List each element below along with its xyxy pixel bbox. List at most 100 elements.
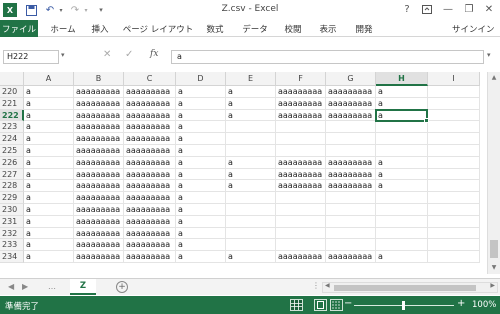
cell[interactable]: aaaaaaaaa — [124, 239, 176, 252]
cell[interactable]: a — [226, 156, 276, 169]
cell[interactable] — [428, 168, 480, 181]
close-button[interactable]: ✕ — [481, 2, 497, 17]
cell[interactable]: a — [24, 251, 74, 263]
cell[interactable]: aaaaaaaaa — [124, 156, 176, 169]
cell[interactable] — [428, 133, 480, 145]
column-header-g[interactable]: G — [326, 72, 376, 86]
cell[interactable] — [226, 133, 276, 145]
row-header[interactable]: 233 — [0, 239, 24, 252]
cell[interactable] — [226, 145, 276, 157]
cell[interactable]: a — [176, 121, 226, 134]
row-header[interactable]: 224 — [0, 133, 24, 145]
ribbon-display-options-icon[interactable] — [419, 2, 435, 17]
cell[interactable]: a — [24, 156, 74, 169]
tab-insert[interactable]: 挿入 — [86, 20, 114, 37]
column-header-d[interactable]: D — [176, 72, 226, 86]
cell[interactable]: aaaaaaaaa — [276, 180, 326, 193]
sheet-next-icon[interactable]: ▶ — [22, 282, 28, 291]
cell[interactable]: a — [176, 227, 226, 240]
cell[interactable]: aaaaaaaaa — [74, 204, 124, 216]
cell[interactable]: a — [24, 133, 74, 145]
column-header-b[interactable]: B — [74, 72, 124, 86]
cell[interactable] — [428, 204, 480, 216]
horizontal-scroll-thumb[interactable] — [334, 285, 476, 291]
normal-view-icon[interactable] — [290, 299, 303, 311]
page-layout-view-icon[interactable] — [314, 299, 327, 311]
cell[interactable] — [226, 121, 276, 134]
cell[interactable]: a — [176, 156, 226, 169]
row-header[interactable]: 229 — [0, 192, 24, 204]
column-header-h[interactable]: H — [376, 72, 428, 86]
cell[interactable]: aaaaaaaaa — [124, 168, 176, 181]
cell[interactable] — [226, 192, 276, 204]
cell[interactable]: a — [176, 133, 226, 145]
cell[interactable]: a — [24, 192, 74, 204]
cell[interactable]: aaaaaaaaa — [124, 97, 176, 110]
cell[interactable]: a — [24, 97, 74, 110]
cell[interactable] — [226, 215, 276, 228]
row-header[interactable]: 230 — [0, 204, 24, 216]
column-header-a[interactable]: A — [24, 72, 74, 86]
cell[interactable] — [376, 227, 428, 240]
cell[interactable] — [428, 192, 480, 204]
scroll-up-icon[interactable]: ▲ — [488, 72, 500, 84]
cell[interactable]: aaaaaaaaa — [124, 227, 176, 240]
cell[interactable]: aaaaaaaaa — [74, 227, 124, 240]
cell[interactable]: a — [24, 180, 74, 193]
cell[interactable]: aaaaaaaaa — [276, 168, 326, 181]
cell[interactable] — [276, 239, 326, 252]
cell[interactable] — [326, 239, 376, 252]
add-sheet-button[interactable]: + — [116, 281, 128, 293]
scroll-right-icon[interactable]: ▶ — [490, 282, 495, 289]
cell[interactable]: aaaaaaaaa — [124, 180, 176, 193]
zoom-slider-thumb[interactable] — [402, 301, 405, 310]
cell[interactable]: aaaaaaaaa — [124, 215, 176, 228]
cell[interactable]: aaaaaaaaa — [74, 133, 124, 145]
column-header-i[interactable]: I — [428, 72, 480, 86]
cell[interactable]: aaaaaaaaa — [326, 86, 376, 98]
cell[interactable]: aaaaaaaaa — [276, 109, 326, 122]
cancel-formula-icon[interactable]: ✕ — [103, 49, 111, 60]
cell[interactable]: aaaaaaaaa — [74, 121, 124, 134]
cell[interactable] — [428, 180, 480, 193]
tab-formulas[interactable]: 数式 — [201, 20, 229, 37]
cell[interactable]: a — [24, 215, 74, 228]
cell[interactable]: aaaaaaaaa — [74, 251, 124, 263]
tab-page-layout[interactable]: ページ レイアウト — [122, 20, 194, 37]
cell[interactable] — [326, 204, 376, 216]
row-header[interactable]: 232 — [0, 227, 24, 240]
cell[interactable] — [326, 227, 376, 240]
cell[interactable]: aaaaaaaaa — [74, 86, 124, 98]
cell[interactable] — [276, 145, 326, 157]
column-header-c[interactable]: C — [124, 72, 176, 86]
cell[interactable]: a — [226, 109, 276, 122]
horizontal-scrollbar[interactable]: ◀ ▶ — [322, 282, 498, 293]
cell[interactable]: a — [24, 121, 74, 134]
cell[interactable]: a — [176, 86, 226, 98]
cell[interactable] — [326, 145, 376, 157]
cell[interactable]: a — [24, 168, 74, 181]
scroll-down-icon[interactable]: ▼ — [488, 262, 500, 274]
tab-home[interactable]: ホーム — [46, 20, 80, 37]
row-header[interactable]: 220 — [0, 86, 24, 98]
name-box[interactable]: H222 — [3, 50, 59, 64]
cell[interactable]: aaaaaaaaa — [74, 215, 124, 228]
cell[interactable]: a — [176, 192, 226, 204]
tab-view[interactable]: 表示 — [314, 20, 342, 37]
enter-formula-icon[interactable]: ✓ — [125, 49, 133, 60]
cell[interactable]: a — [24, 227, 74, 240]
cell[interactable]: aaaaaaaaa — [276, 251, 326, 263]
cell[interactable] — [276, 192, 326, 204]
zoom-level[interactable]: 100% — [472, 300, 496, 310]
cell[interactable] — [428, 227, 480, 240]
cell[interactable]: aaaaaaaaa — [124, 109, 176, 122]
cell[interactable]: a — [376, 109, 428, 122]
cell[interactable]: a — [376, 97, 428, 110]
sheet-prev-icon[interactable]: ◀ — [8, 282, 14, 291]
row-header[interactable]: 221 — [0, 97, 24, 110]
row-header[interactable]: 223 — [0, 121, 24, 134]
cell[interactable] — [428, 86, 480, 98]
row-header[interactable]: 228 — [0, 180, 24, 193]
cell[interactable] — [226, 239, 276, 252]
restore-button[interactable]: ❐ — [461, 2, 477, 17]
